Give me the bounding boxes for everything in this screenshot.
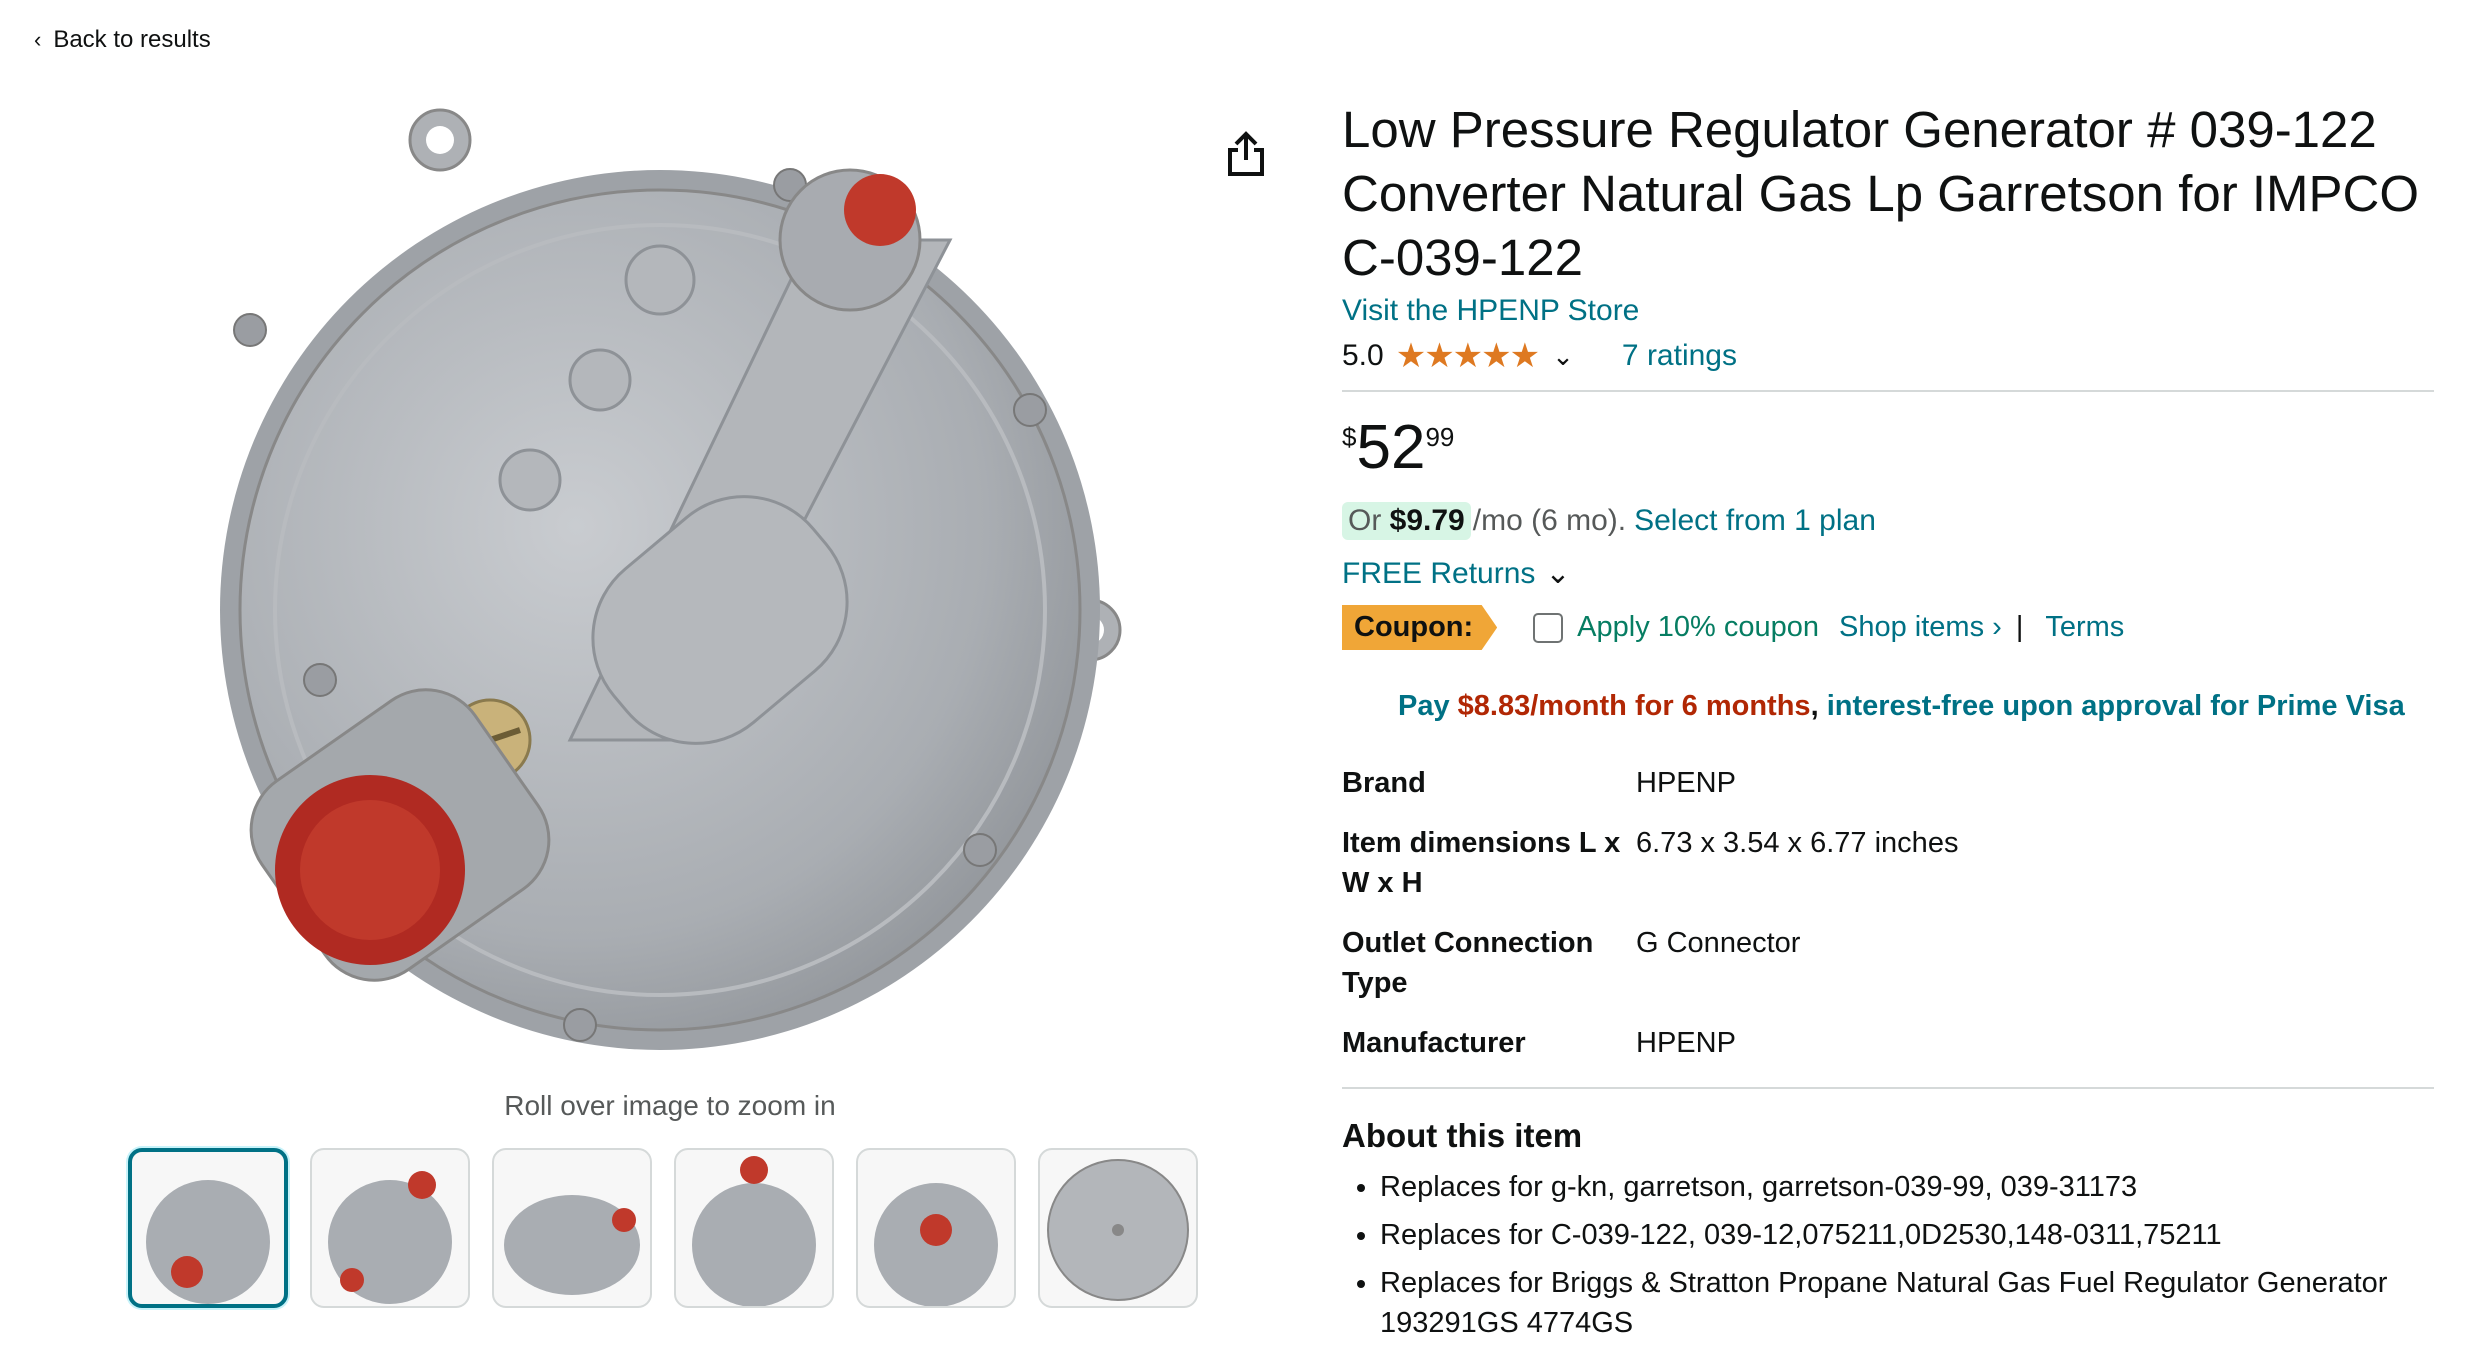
financing-offer: Or $9.79 /mo (6 mo). Select from 1 plan: [1342, 502, 2434, 540]
spec-key: Manufacturer: [1342, 1027, 1526, 1059]
thumbnail-image: [1047, 1159, 1189, 1301]
spec-value: G Connector: [1636, 927, 1801, 959]
star-rating-icon[interactable]: ★★★★★: [1396, 336, 1540, 376]
divider: [1342, 1087, 2434, 1089]
price: $ 52 99: [1342, 416, 2434, 480]
price-fraction: 99: [1425, 422, 1455, 452]
prime-pay-comma: ,: [1810, 690, 1819, 722]
list-item: Replaces for Briggs & Stratton Propane N…: [1380, 1263, 2434, 1343]
spec-value: 6.73 x 3.54 x 6.77 inches: [1636, 827, 1959, 859]
price-whole: 52: [1356, 413, 1426, 482]
prime-pay-rest: interest-free upon approval for Prime Vi…: [1826, 690, 2405, 722]
spec-value: HPENP: [1636, 1027, 1736, 1059]
apply-coupon-checkbox[interactable]: [1533, 612, 1564, 643]
apply-coupon-label[interactable]: Apply 10% coupon: [1577, 611, 1819, 644]
spec-key: Brand: [1342, 767, 1426, 799]
share-icon: [1228, 131, 1264, 176]
thumbnail-5[interactable]: [856, 1148, 1016, 1308]
product-title: Low Pressure Regulator Generator # 039-1…: [1342, 101, 2420, 286]
zoom-hint: Roll over image to zoom in: [504, 1090, 836, 1121]
finance-amount: $9.79: [1389, 504, 1465, 537]
thumbnail-image: [692, 1156, 816, 1306]
prime-pay-label: Pay: [1398, 690, 1450, 722]
coupon-tag: Coupon:: [1342, 605, 1498, 650]
product-details: Low Pressure Regulator Generator # 039-1…: [1342, 98, 2434, 1351]
shop-items-link[interactable]: Shop items ›: [1839, 611, 2002, 644]
chevron-down-icon: ⌄: [1545, 557, 1571, 590]
rating-value: 5.0: [1342, 339, 1384, 372]
spec-key: Outlet Connection Type: [1342, 927, 1594, 999]
thumbnail-strip: [128, 1148, 1198, 1308]
finance-prefix: Or: [1348, 504, 1382, 537]
chevron-left-icon: ‹: [34, 27, 42, 52]
ratings-count-link[interactable]: 7 ratings: [1622, 339, 1737, 373]
thumbnail-6[interactable]: [1038, 1148, 1198, 1308]
finance-pill: Or $9.79: [1342, 502, 1471, 540]
returns-label: FREE Returns: [1342, 556, 1536, 590]
thumbnail-2[interactable]: [310, 1148, 470, 1308]
main-product-image[interactable]: [190, 100, 1130, 1070]
thumbnail-image: [146, 1180, 270, 1304]
back-label: Back to results: [53, 26, 211, 53]
finance-suffix: /mo (6 mo).: [1472, 504, 1627, 537]
specs-table: Brand HPENP Item dimensions L x W x H 6.…: [1342, 763, 1958, 1083]
spec-row: Item dimensions L x W x H 6.73 x 3.54 x …: [1342, 823, 1958, 923]
rating-row: 5.0 ★★★★★ ⌄ 7 ratings: [1342, 336, 2434, 376]
thumbnail-image: [328, 1171, 452, 1304]
back-to-results-link[interactable]: ‹ Back to results: [34, 26, 211, 54]
about-heading: About this item: [1342, 1117, 1583, 1154]
spec-key: Item dimensions L x W x H: [1342, 827, 1621, 899]
coupon-row: Coupon: Apply 10% coupon Shop items › | …: [1342, 605, 2434, 650]
divider: [1342, 390, 2434, 392]
price-symbol: $: [1342, 422, 1357, 452]
free-returns-link[interactable]: FREE Returns ⌄: [1342, 556, 2434, 591]
spec-value: HPENP: [1636, 767, 1736, 799]
select-plan-link[interactable]: Select from 1 plan: [1634, 504, 1876, 538]
prime-pay-amount: $8.83/month for 6 months: [1457, 690, 1811, 722]
gas-regulator-image: [220, 108, 1122, 1050]
terms-link[interactable]: Terms: [2045, 611, 2124, 644]
list-item: Replaces for g-kn, garretson, garretson-…: [1380, 1167, 2434, 1207]
thumbnail-3[interactable]: [492, 1148, 652, 1308]
spec-row: Brand HPENP: [1342, 763, 1958, 823]
separator: |: [2015, 611, 2024, 643]
prime-visa-offer[interactable]: Pay $8.83/month for 6 months, interest-f…: [1398, 690, 2434, 723]
share-button[interactable]: [1224, 130, 1268, 178]
thumbnail-image: [874, 1183, 998, 1306]
list-item: Replaces for C-039-122, 039-12,075211,0D…: [1380, 1215, 2434, 1255]
chevron-down-icon[interactable]: ⌄: [1552, 341, 1574, 372]
spec-row: Outlet Connection Type G Connector: [1342, 923, 1958, 1023]
thumbnail-1[interactable]: [128, 1148, 288, 1308]
thumbnail-image: [504, 1195, 640, 1295]
spec-row: Manufacturer HPENP: [1342, 1023, 1958, 1083]
store-link[interactable]: Visit the HPENP Store: [1342, 294, 2434, 328]
about-list: Replaces for g-kn, garretson, garretson-…: [1342, 1167, 2434, 1343]
thumbnail-4[interactable]: [674, 1148, 834, 1308]
